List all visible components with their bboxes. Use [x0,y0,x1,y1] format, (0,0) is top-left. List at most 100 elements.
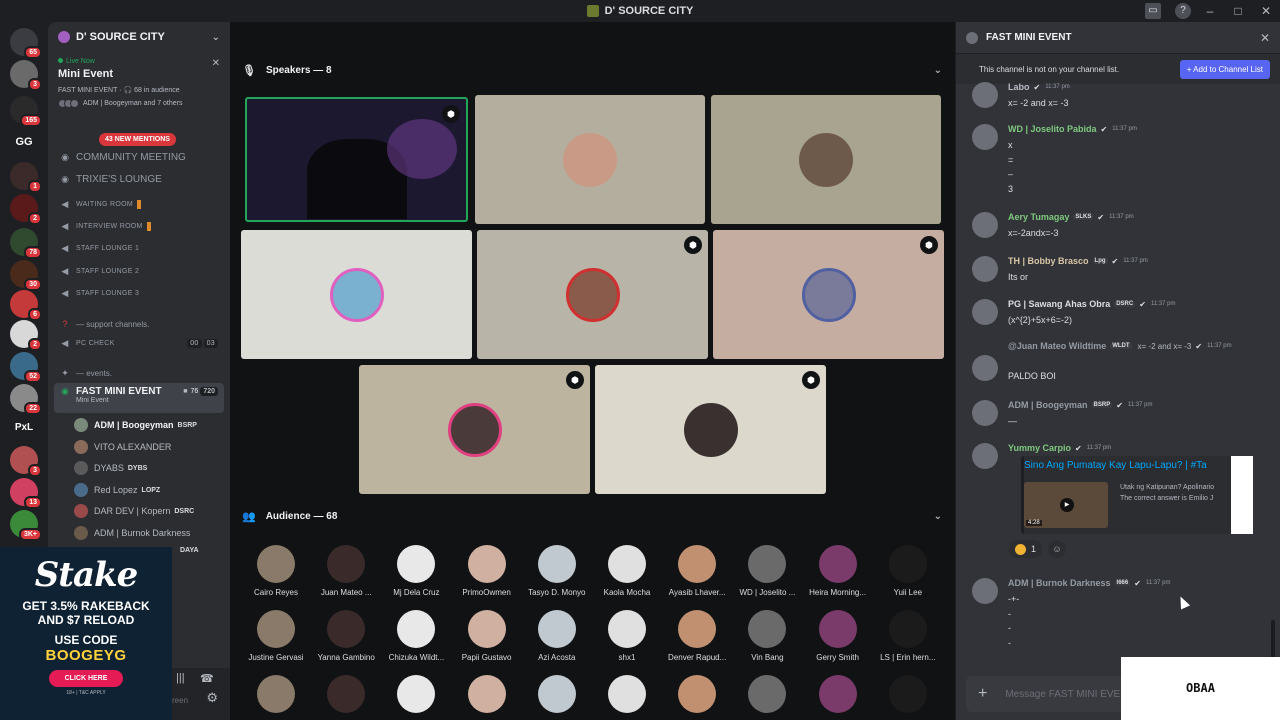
server-12[interactable]: 13 [10,478,42,509]
audience-member[interactable]: Ayasib Lhaver... [662,545,732,597]
gear-icon[interactable]: ⚙ [206,690,218,706]
author-name[interactable]: @Juan Mateo Wildtime [1008,341,1106,351]
author-name[interactable]: ADM | Boogeyman [1008,400,1088,410]
member-item[interactable]: ADM | Burnok Darkness [74,526,190,540]
maximize-icon[interactable]: □ [1224,4,1252,18]
chat-message[interactable]: ADM | Burnok Darkness I666 ✔ 11:37 pm -+- - … [972,578,1268,648]
avatar[interactable] [972,299,998,325]
chat-message[interactable]: Labo ✔ 11:37 pm x= -2 and x= -3 [972,82,1268,122]
live-stage-card[interactable]: Live Now Mini Event FAST MINI EVENT · 🎧 … [54,54,224,112]
close-icon[interactable]: ✕ [1252,4,1280,18]
category-support[interactable]: ? — support channels. [60,319,149,329]
server-5[interactable]: 78 [10,228,42,259]
ad-cta-button[interactable]: CLICK HERE [48,670,124,687]
close-icon[interactable]: ✕ [212,58,220,69]
server-11[interactable]: 3 [10,446,42,477]
chat-message[interactable]: ADM | Boogeyman BSRP ✔ 11:37 pm — [972,400,1268,440]
channel-waiting-room[interactable]: ◀ WAITING ROOM [60,199,142,210]
speaker-tile[interactable] [475,95,705,224]
audience-member[interactable] [732,675,802,718]
audience-member[interactable]: Kaola Mocha [592,545,662,597]
avatar[interactable] [972,443,998,469]
audience-member[interactable]: Gerry Smith [803,610,873,662]
author-name[interactable]: WD | Joselito Pabida [1008,124,1097,134]
help-icon[interactable]: ? [1175,3,1191,19]
server-10[interactable]: 22 [10,384,42,415]
add-reaction-icon[interactable]: ☺ [1048,540,1066,558]
speaker-tile[interactable]: ⬢ [477,230,708,359]
reply-preview[interactable]: x= -2 and x= -3 [1138,342,1192,351]
channel-staff-lounge-1[interactable]: ◀ STAFF LOUNGE 1 [60,243,139,254]
audience-member[interactable]: Yuii Lee [873,545,943,597]
member-item[interactable]: DYABS DYBS [74,461,147,475]
audience-member[interactable]: LS | Erin hern... [873,610,943,662]
speaker-tile[interactable] [241,230,472,359]
server-4[interactable]: 2 [10,194,42,225]
audience-member[interactable] [662,675,732,718]
chat-message[interactable]: TH | Bobby Brasco Lpg ✔ 11:37 pm Its or [972,256,1268,296]
audience-member[interactable]: PrimoOwmen [452,545,522,597]
server-1[interactable]: 3 [10,60,42,91]
channel-trixies-lounge[interactable]: ◉ TRIXIE'S LOUNGE [60,174,162,185]
audience-member[interactable]: WD | Joselito ... [732,545,802,597]
audience-member[interactable]: Mj Dela Cruz [381,545,451,597]
minimize-icon[interactable]: – [1196,4,1224,18]
inbox-icon[interactable]: ▭ [1145,3,1161,19]
play-icon[interactable]: ▶ [1060,498,1074,512]
avatar[interactable] [972,256,998,282]
new-mentions-pill[interactable]: 43 NEW MENTIONS [99,133,176,146]
member-item[interactable]: ADM | Boogeyman BSRP [74,418,197,432]
chat-message[interactable]: @Juan Mateo Wildtime WLDT x= -2 and x= -3 ✔… [972,341,1268,381]
audience-member[interactable]: Tasyo D. Monyo [522,545,592,597]
audience-member[interactable]: Chizuka Wildt... [381,610,451,662]
audience-member[interactable]: shx1 [592,610,662,662]
server-home[interactable]: 65 [10,28,42,59]
avatar[interactable] [972,400,998,426]
member-item[interactable]: DAYA [176,547,199,554]
close-icon[interactable]: ✕ [1260,31,1270,45]
link-embed[interactable]: Sino Ang Pumatay Kay Lapu-Lapu? | #Ta ▶ … [1021,456,1253,534]
audience-header[interactable]: 👥 Audience — 68 ⌄ [242,510,942,523]
avatar[interactable] [972,578,998,604]
speaker-tile[interactable]: ⬢ [595,365,826,494]
embed-thumbnail[interactable]: ▶ 4:28 [1024,482,1108,528]
server-6[interactable]: 30 [10,260,42,291]
server-9[interactable]: 52 [10,352,42,383]
audience-member[interactable] [311,675,381,718]
category-events[interactable]: ✦ — events. [60,368,112,379]
audience-member[interactable] [452,675,522,718]
audience-member[interactable]: Vin Bang [732,610,802,662]
disconnect-icon[interactable]: ☎ [200,672,214,685]
chat-message[interactable]: WD | Joselito Pabida ✔ 11:37 pm x = – 3 [972,124,1268,194]
audience-member[interactable]: Heira Morning... [803,545,873,597]
audience-member[interactable]: Juan Mateo ... [311,545,381,597]
chat-message[interactable]: Aery Tumagay SLKS ✔ 11:37 pm x=-2andx=-3 [972,212,1268,252]
guild-header[interactable]: D' SOURCE CITY ⌄ [48,22,230,52]
avatar[interactable] [972,124,998,150]
audience-member[interactable] [803,675,873,718]
speaker-tile[interactable]: ⬢ [245,97,468,222]
channel-fast-mini-event[interactable]: ◉ FAST MINI EVENT ■ 76 720 Mini Event [54,383,224,413]
audience-member[interactable] [241,675,311,718]
speakers-header[interactable]: 🎙 Speakers — 8 ⌄ [242,64,942,77]
member-item[interactable]: VITO ALEXANDER [74,440,171,454]
channel-interview-room[interactable]: ◀ INTERVIEW ROOM [60,221,151,232]
chevron-down-icon[interactable]: ⌄ [934,511,942,522]
audience-member[interactable]: Azi Acosta [522,610,592,662]
author-name[interactable]: Labo [1008,82,1030,92]
soundboard-icon[interactable]: ||| [176,672,185,684]
chat-scrollbar[interactable] [1271,620,1275,660]
server-3[interactable]: 1 [10,162,42,193]
server-pxl[interactable]: PxL [10,414,38,442]
speaker-tile[interactable]: ⬢ [713,230,944,359]
server-13[interactable]: 3K+ [10,510,42,541]
chat-message[interactable]: PG | Sawang Ahas Obra DSRC ✔ 11:37 pm (x^{2}… [972,299,1268,339]
avatar[interactable] [972,82,998,108]
author-name[interactable]: Aery Tumagay [1008,212,1069,222]
chevron-down-icon[interactable]: ⌄ [212,32,220,43]
channel-community-meeting[interactable]: ◉ COMMUNITY MEETING [60,152,186,163]
author-name[interactable]: TH | Bobby Brasco [1008,256,1089,266]
server-8[interactable]: 2 [10,320,42,351]
audience-member[interactable] [522,675,592,718]
audience-member[interactable] [592,675,662,718]
